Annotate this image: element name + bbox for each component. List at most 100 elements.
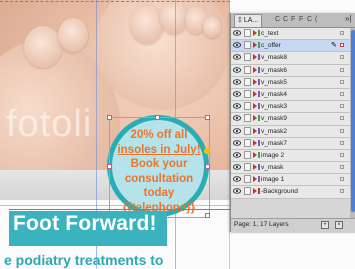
tab-layers[interactable]: ‡ LA... bbox=[234, 14, 263, 27]
layer-row[interactable]: v_mask2 bbox=[231, 125, 350, 138]
expand-triangle-icon[interactable] bbox=[253, 176, 257, 183]
layer-row[interactable]: v_mask6 bbox=[231, 64, 350, 77]
expand-triangle-icon[interactable] bbox=[253, 151, 257, 158]
eye-icon[interactable] bbox=[233, 54, 241, 61]
lock-toggle[interactable] bbox=[244, 163, 251, 172]
layer-row[interactable]: c_text bbox=[231, 28, 350, 41]
layer-target-square[interactable] bbox=[340, 43, 344, 48]
layer-row[interactable]: v_mask5 bbox=[231, 76, 350, 89]
layer-target-square[interactable] bbox=[340, 140, 344, 145]
toe-shape bbox=[58, 18, 88, 52]
panel-tab-bar: ‡ LA... C C F F C ( »| bbox=[231, 13, 355, 28]
lock-toggle[interactable] bbox=[244, 89, 251, 98]
layer-row[interactable]: image 1 bbox=[231, 174, 350, 187]
lock-toggle[interactable] bbox=[244, 138, 251, 147]
layer-target-square[interactable] bbox=[340, 104, 344, 109]
subheading-text[interactable]: e podiatry treatments to bbox=[4, 252, 163, 268]
tab-mini[interactable]: C bbox=[283, 15, 288, 25]
layer-target-square[interactable] bbox=[340, 128, 344, 133]
offer-text[interactable]: 20% off all insoles in July! Book your c… bbox=[110, 128, 208, 215]
eye-icon[interactable] bbox=[233, 139, 241, 146]
lock-toggle[interactable] bbox=[244, 187, 251, 196]
lock-toggle[interactable] bbox=[244, 53, 251, 62]
eye-icon[interactable] bbox=[233, 42, 241, 48]
layer-name: v_mask2 bbox=[261, 127, 288, 135]
layer-name: v_mask6 bbox=[261, 66, 288, 74]
lock-toggle[interactable] bbox=[244, 175, 251, 184]
lock-toggle[interactable] bbox=[244, 150, 251, 159]
eye-icon[interactable] bbox=[233, 188, 241, 195]
expand-triangle-icon[interactable] bbox=[253, 30, 257, 36]
layer-name: v_mask9 bbox=[261, 115, 288, 123]
layer-target-square[interactable] bbox=[340, 116, 344, 121]
lock-toggle[interactable] bbox=[244, 29, 251, 37]
expand-triangle-icon[interactable] bbox=[253, 103, 257, 110]
layers-list: c_text c_offer ✎ v_mask8 v_mask6 v_mask5 v_mas… bbox=[231, 28, 350, 199]
eye-icon[interactable] bbox=[233, 30, 241, 36]
headline-text[interactable]: Foot Forward! bbox=[13, 212, 157, 236]
layer-color-swatch bbox=[258, 42, 260, 49]
layer-row[interactable]: v_mask9 bbox=[231, 113, 350, 126]
panel-menu-icon[interactable]: »| bbox=[345, 14, 352, 23]
eye-icon[interactable] bbox=[233, 66, 241, 73]
layer-name: v_mask7 bbox=[261, 139, 288, 147]
pen-icon: ✎ bbox=[331, 42, 337, 50]
lock-toggle[interactable] bbox=[244, 77, 251, 86]
expand-triangle-icon[interactable] bbox=[253, 188, 257, 195]
tab-mini[interactable]: C bbox=[275, 15, 280, 25]
lock-toggle[interactable] bbox=[244, 114, 251, 123]
layer-target-square[interactable] bbox=[340, 152, 344, 157]
eye-icon[interactable] bbox=[233, 127, 241, 134]
layer-row[interactable]: c_offer ✎ bbox=[231, 40, 350, 53]
eye-icon[interactable] bbox=[233, 176, 241, 182]
layer-target-square[interactable] bbox=[340, 79, 344, 84]
resize-handle[interactable] bbox=[205, 115, 210, 120]
layer-color-swatch bbox=[258, 127, 260, 134]
layer-target-square[interactable] bbox=[340, 165, 344, 170]
layer-row[interactable]: v_mask4 bbox=[231, 88, 350, 102]
eye-icon[interactable] bbox=[233, 79, 241, 85]
lock-toggle[interactable] bbox=[244, 102, 251, 111]
eye-icon[interactable] bbox=[233, 152, 241, 158]
layer-target-square[interactable] bbox=[340, 67, 344, 72]
tab-mini[interactable]: C bbox=[307, 15, 312, 25]
layer-row[interactable]: v_mask bbox=[231, 162, 350, 175]
layer-row[interactable]: v_mask7 bbox=[231, 137, 350, 150]
toe-shape bbox=[24, 26, 62, 68]
new-layer-icon[interactable]: + bbox=[321, 221, 329, 229]
expand-triangle-icon[interactable] bbox=[253, 164, 257, 171]
layer-target-square[interactable] bbox=[340, 91, 344, 96]
layer-target-square[interactable] bbox=[340, 189, 344, 194]
expand-triangle-icon[interactable] bbox=[253, 90, 257, 97]
expand-triangle-icon[interactable] bbox=[253, 66, 257, 73]
eye-icon[interactable] bbox=[233, 91, 241, 97]
lock-toggle[interactable] bbox=[244, 65, 251, 74]
resize-handle[interactable] bbox=[107, 115, 112, 120]
scrollbar-thumb[interactable] bbox=[351, 30, 355, 212]
layer-target-square[interactable] bbox=[340, 31, 344, 35]
tab-mini[interactable]: ( bbox=[315, 15, 317, 25]
resize-handle[interactable] bbox=[155, 115, 160, 120]
layer-row[interactable]: v_mask8 bbox=[231, 52, 350, 65]
expand-triangle-icon[interactable] bbox=[253, 78, 257, 85]
lock-toggle[interactable] bbox=[244, 126, 251, 135]
eye-icon[interactable] bbox=[233, 115, 241, 122]
eye-icon[interactable] bbox=[233, 164, 241, 170]
expand-triangle-icon[interactable] bbox=[253, 42, 257, 49]
layer-name: v_mask bbox=[261, 164, 284, 172]
tab-mini[interactable]: F bbox=[299, 15, 303, 25]
expand-triangle-icon[interactable] bbox=[253, 139, 257, 146]
layer-color-swatch bbox=[258, 66, 260, 73]
layer-row[interactable]: image 2 bbox=[231, 149, 350, 163]
expand-triangle-icon[interactable] bbox=[253, 127, 257, 134]
layer-target-square[interactable] bbox=[340, 55, 344, 60]
expand-triangle-icon[interactable] bbox=[253, 115, 257, 122]
eye-icon[interactable] bbox=[233, 103, 241, 109]
trash-icon[interactable]: × bbox=[335, 221, 343, 229]
layer-row[interactable]: v_mask3 bbox=[231, 101, 350, 114]
lock-toggle[interactable] bbox=[244, 41, 251, 50]
layer-target-square[interactable] bbox=[340, 177, 344, 182]
tab-mini[interactable]: F bbox=[291, 15, 295, 25]
layer-row[interactable]: -Background bbox=[231, 186, 350, 199]
expand-triangle-icon[interactable] bbox=[253, 54, 257, 61]
